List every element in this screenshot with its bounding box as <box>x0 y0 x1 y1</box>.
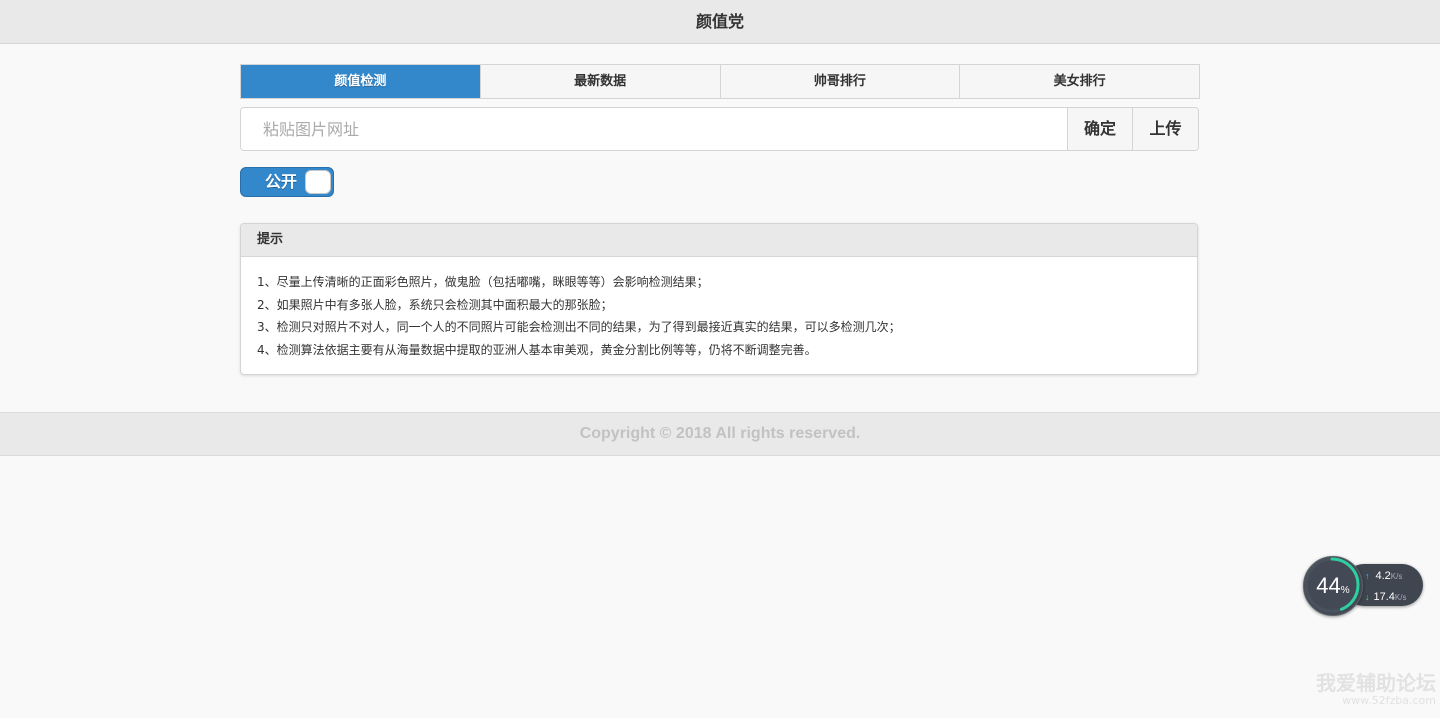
watermark: 我爱辅助论坛 www.52fzba.com <box>1316 672 1436 708</box>
usage-percent: 44% <box>1316 573 1350 598</box>
tip-line: 2、如果照片中有多张人脸，系统只会检测其中面积最大的那张脸； <box>257 297 613 312</box>
toggle-knob[interactable] <box>305 170 331 194</box>
tip-line: 4、检测算法依据主要有从海量数据中提取的亚洲人基本审美观，黄金分割比例等等，仍将… <box>257 342 817 357</box>
image-url-input[interactable] <box>241 108 1067 150</box>
image-url-form: 确定 上传 <box>240 107 1199 151</box>
tab-face-score-check[interactable]: 颜值检测 <box>241 65 480 98</box>
tab-handsome-ranking[interactable]: 帅哥排行 <box>719 65 960 98</box>
tab-latest-data[interactable]: 最新数据 <box>479 65 720 98</box>
usage-circle: 44% <box>1303 556 1363 616</box>
tips-body: 1、尽量上传清晰的正面彩色照片，做鬼脸（包括嘟嘴，眯眼等等）会影响检测结果； 2… <box>241 257 1197 361</box>
nav-tabs: 颜值检测 最新数据 帅哥排行 美女排行 <box>240 64 1200 99</box>
upload-speed: ↑ 4.2K/s <box>1365 570 1403 582</box>
download-speed: ↓ 17.4K/s <box>1365 591 1407 603</box>
tips-panel: 提示 1、尽量上传清晰的正面彩色照片，做鬼脸（包括嘟嘴，眯眼等等）会影响检测结果… <box>240 223 1198 375</box>
copyright-text: Copyright © 2018 All rights reserved. <box>579 425 861 442</box>
tip-line: 3、检测只对照片不对人，同一个人的不同照片可能会检测出不同的结果，为了得到最接近… <box>257 320 901 334</box>
upload-arrow-icon: ↑ <box>1365 571 1370 581</box>
tab-beauty-ranking[interactable]: 美女排行 <box>959 65 1199 98</box>
tip-line: 1、尽量上传清晰的正面彩色照片，做鬼脸（包括嘟嘴，眯眼等等）会影响检测结果； <box>257 275 709 289</box>
watermark-url: www.52fzba.com <box>1342 694 1436 707</box>
upload-button[interactable]: 上传 <box>1132 108 1198 150</box>
download-arrow-icon: ↓ <box>1365 592 1370 602</box>
tips-title: 提示 <box>241 224 1197 257</box>
page-title: 颜值党 <box>695 12 744 31</box>
confirm-button[interactable]: 确定 <box>1067 108 1132 150</box>
page-footer: Copyright © 2018 All rights reserved. <box>0 412 1440 456</box>
public-toggle[interactable]: 公开 <box>240 167 334 197</box>
watermark-text: 我爱辅助论坛 <box>1316 671 1436 695</box>
public-toggle-label: 公开 <box>265 172 298 191</box>
network-speed-widget[interactable]: 44% ↑ 4.2K/s ↓ 17.4K/s <box>1303 556 1425 616</box>
page-header: 颜值党 <box>0 0 1440 44</box>
